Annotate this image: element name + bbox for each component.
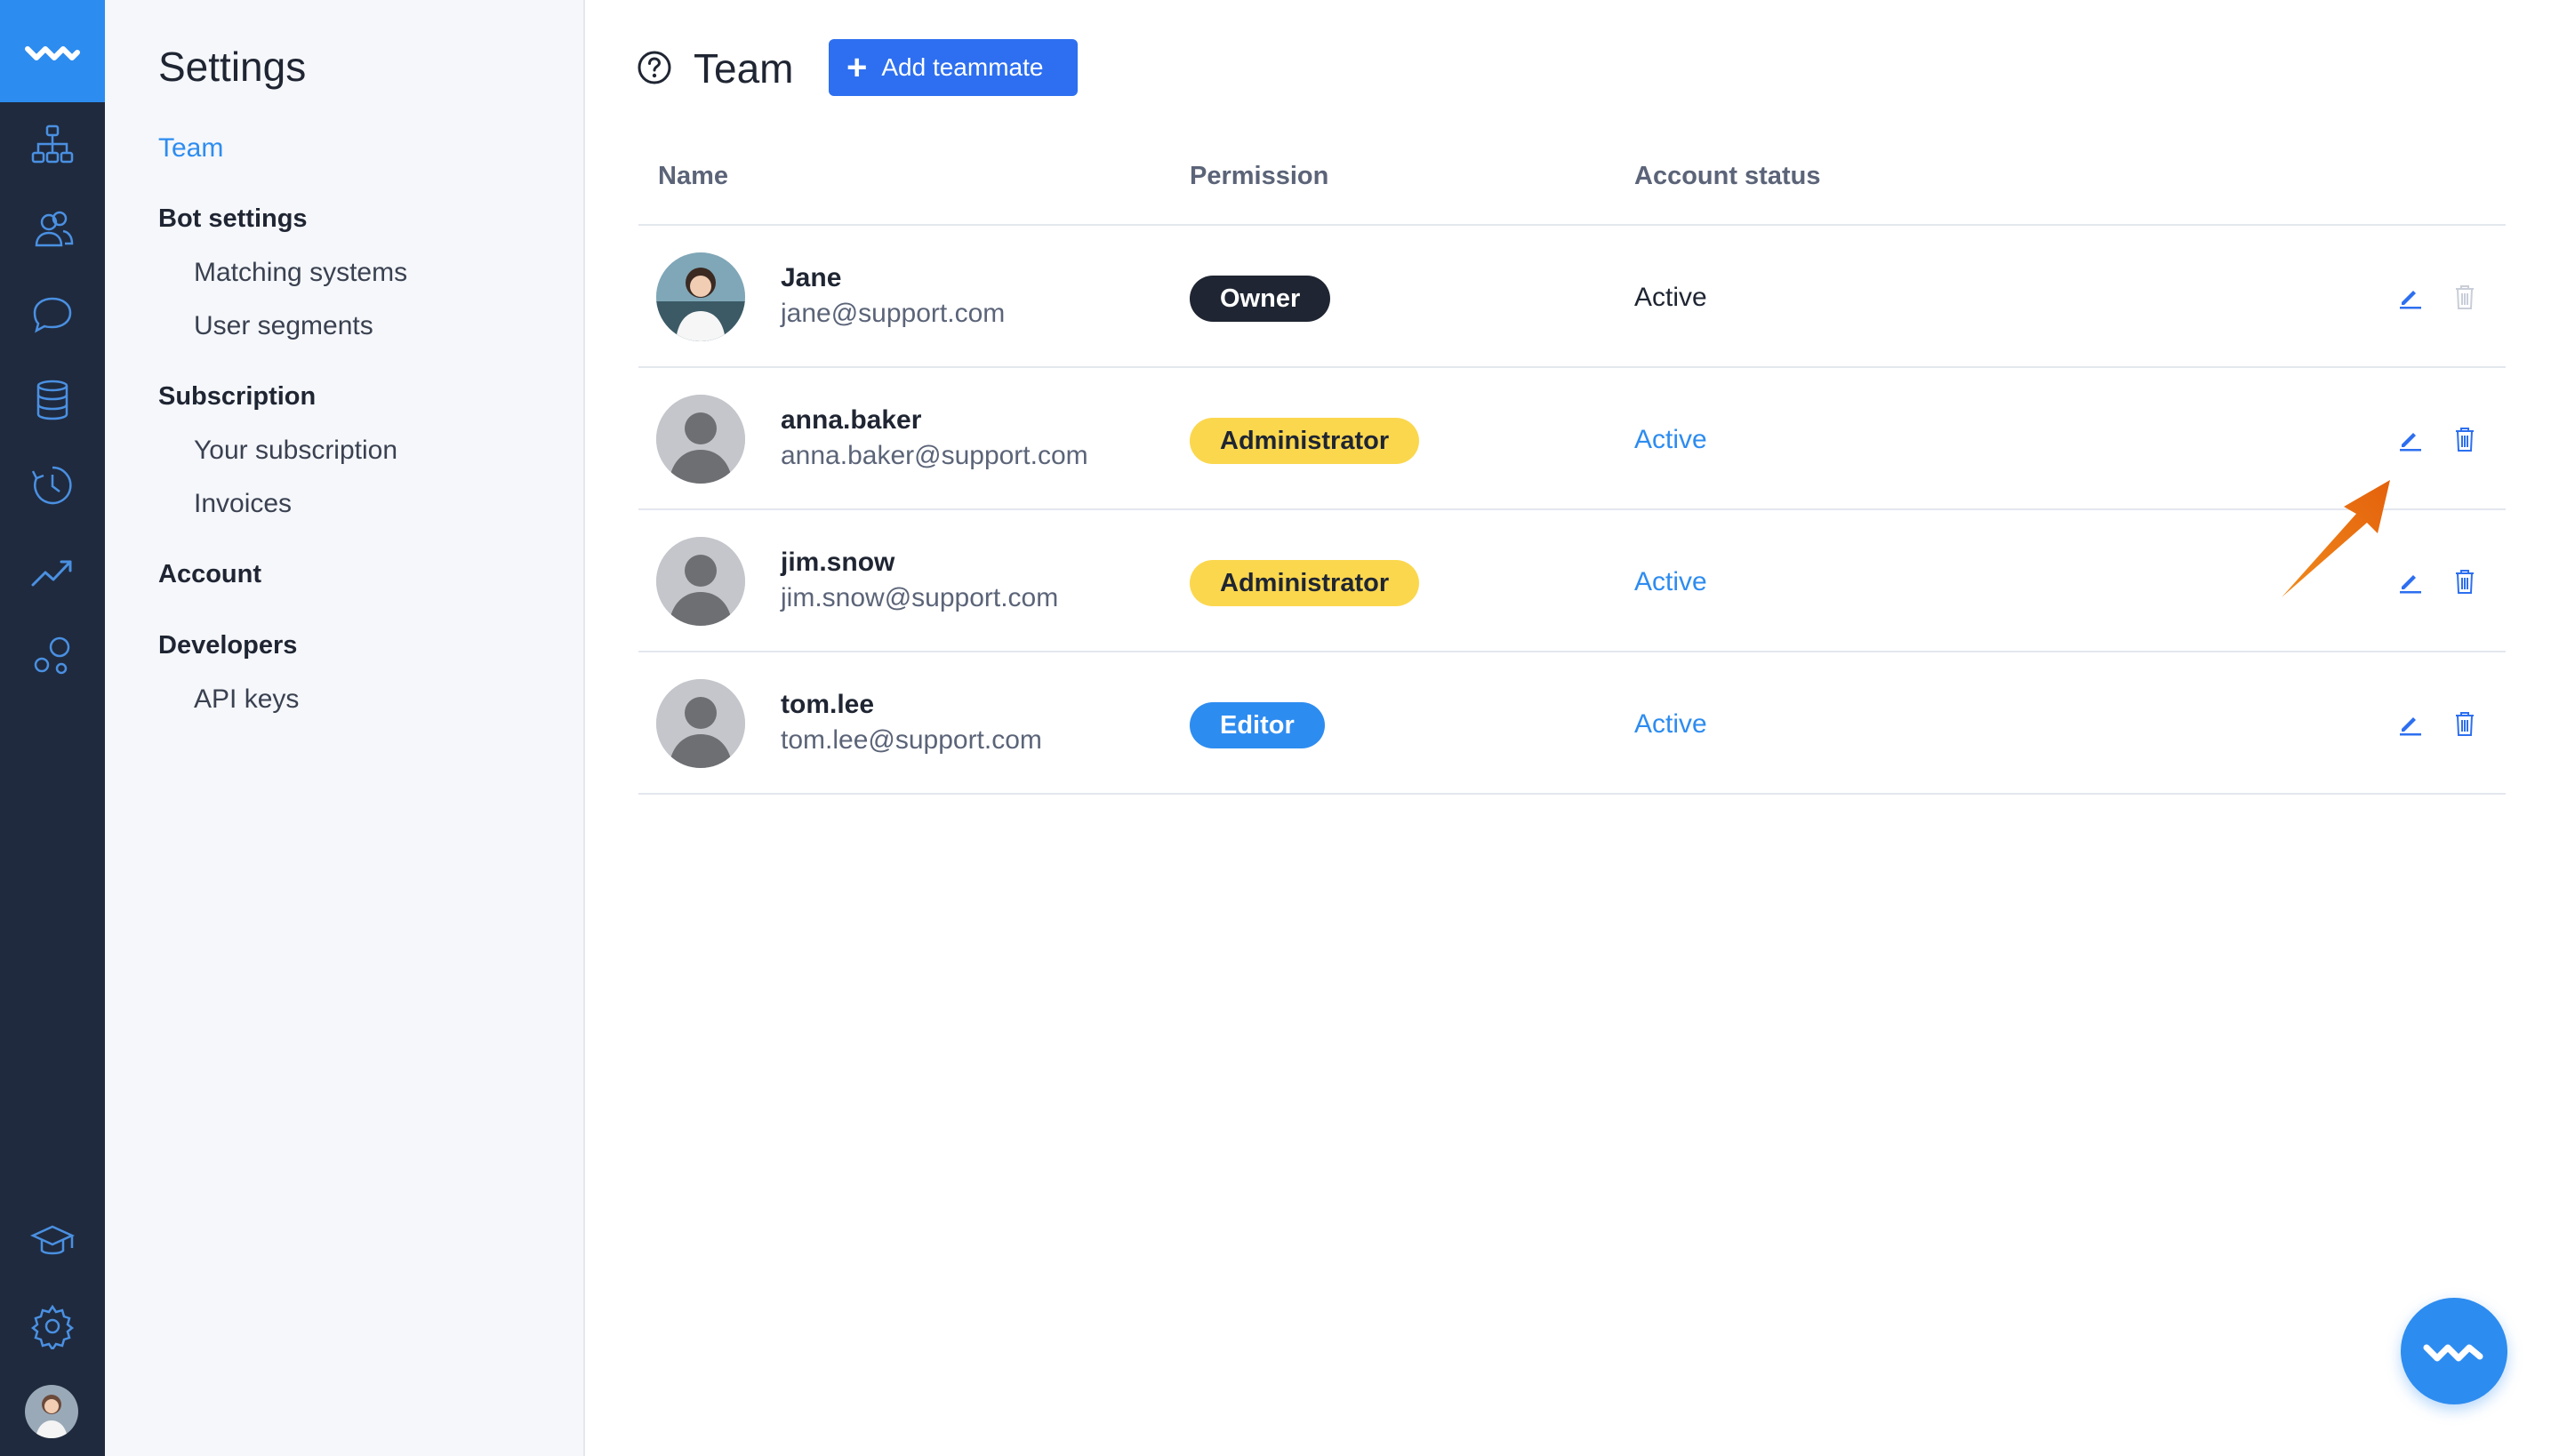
main-content: Team + Add teammate Name Permission Acco… — [587, 0, 2559, 1456]
logo-wave-icon[interactable] — [0, 0, 105, 102]
database-icon[interactable] — [26, 373, 79, 427]
user-email: anna.baker@support.com — [781, 441, 1088, 470]
nav-your-subscription[interactable]: Your subscription — [194, 436, 397, 466]
user-email: jane@support.com — [781, 299, 1006, 328]
user-email: jim.snow@support.com — [781, 583, 1059, 612]
user-name: anna.baker — [781, 405, 922, 435]
gear-icon[interactable] — [26, 1300, 79, 1353]
delete-icon[interactable] — [2447, 420, 2483, 459]
team-table: Name Permission Account status Jane jane… — [638, 142, 2506, 795]
plus-icon: + — [846, 48, 868, 87]
user-name: tom.lee — [781, 690, 875, 719]
column-permission: Permission — [1190, 162, 1329, 190]
user-email: tom.lee@support.com — [781, 725, 1042, 755]
org-chart-icon[interactable] — [26, 117, 79, 171]
icon-rail — [0, 0, 105, 1456]
delete-icon — [2447, 277, 2483, 316]
nav-invoices[interactable]: Invoices — [194, 489, 292, 519]
account-status-link[interactable]: Active — [1634, 709, 1707, 740]
table-row: jim.snow jim.snow@support.com Administra… — [638, 510, 2506, 652]
add-teammate-label: Add teammate — [881, 53, 1044, 81]
account-status-link[interactable]: Active — [1634, 425, 1707, 455]
nav-api-keys[interactable]: API keys — [194, 684, 299, 715]
chat-bubble-icon[interactable] — [26, 288, 79, 341]
nav-matching-systems[interactable]: Matching systems — [194, 258, 407, 288]
nav-team[interactable]: Team — [158, 133, 223, 164]
history-clock-icon[interactable] — [26, 459, 79, 512]
edit-icon[interactable] — [2392, 420, 2427, 459]
table-row: tom.lee tom.lee@support.com Editor Activ… — [638, 652, 2506, 795]
nav-bot-settings[interactable]: Bot settings — [158, 204, 308, 234]
users-icon[interactable] — [26, 203, 79, 256]
settings-title: Settings — [158, 44, 307, 90]
account-status-link[interactable]: Active — [1634, 567, 1707, 597]
bubbles-icon[interactable] — [26, 629, 79, 683]
table-header: Name Permission Account status — [638, 142, 2506, 226]
delete-icon[interactable] — [2447, 562, 2483, 601]
permission-badge: Administrator — [1190, 560, 1420, 606]
column-name: Name — [658, 162, 728, 190]
avatar — [656, 537, 745, 626]
avatar — [656, 252, 745, 341]
user-avatar[interactable] — [25, 1385, 78, 1438]
page-title: Team — [694, 45, 794, 92]
user-name: Jane — [781, 263, 842, 292]
help-icon[interactable] — [637, 50, 672, 85]
nav-account[interactable]: Account — [158, 560, 261, 589]
graduation-cap-icon[interactable] — [26, 1214, 79, 1268]
add-teammate-button[interactable]: + Add teammate — [829, 39, 1078, 96]
permission-badge: Administrator — [1190, 418, 1420, 464]
column-account-status: Account status — [1634, 162, 1821, 190]
logo-wave-icon — [2423, 1344, 2483, 1362]
permission-badge: Editor — [1190, 702, 1325, 748]
permission-badge: Owner — [1190, 276, 1331, 322]
avatar — [656, 679, 745, 768]
table-row: Jane jane@support.com Owner Active — [638, 226, 2506, 368]
chat-widget-button[interactable] — [2401, 1298, 2507, 1404]
nav-developers[interactable]: Developers — [158, 631, 297, 660]
trend-chart-icon[interactable] — [26, 544, 79, 597]
nav-user-segments[interactable]: User segments — [194, 311, 373, 341]
avatar — [656, 395, 745, 484]
nav-subscription[interactable]: Subscription — [158, 382, 316, 412]
edit-icon[interactable] — [2392, 277, 2427, 316]
delete-icon[interactable] — [2447, 704, 2483, 743]
annotation-arrow-icon — [2282, 480, 2390, 597]
edit-icon[interactable] — [2392, 704, 2427, 743]
table-row: anna.baker anna.baker@support.com Admini… — [638, 368, 2506, 510]
settings-panel: Settings Team Bot settings Matching syst… — [105, 0, 585, 1456]
account-status: Active — [1634, 283, 1707, 312]
user-name: jim.snow — [781, 548, 895, 577]
